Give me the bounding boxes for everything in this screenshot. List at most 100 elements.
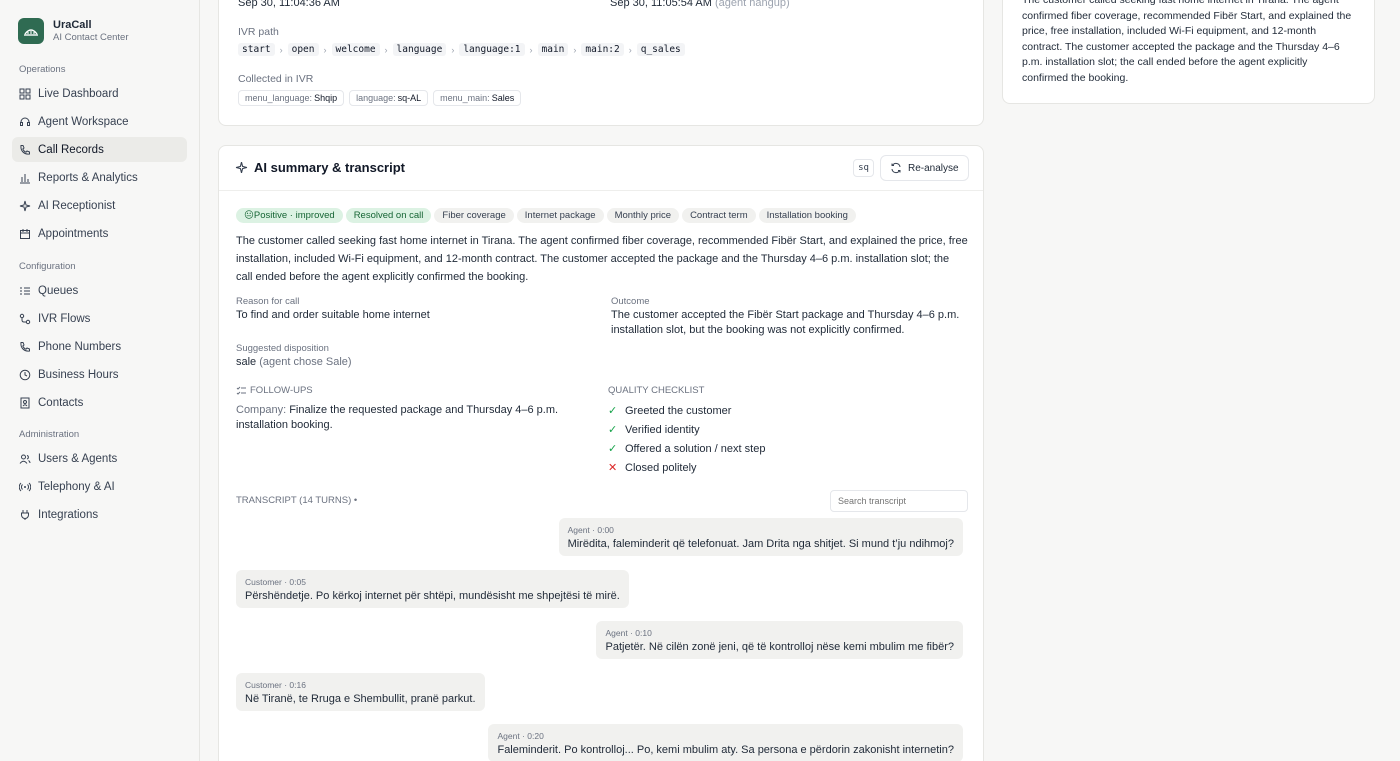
- divider: [219, 190, 983, 191]
- sidebar-item-label: AI Receptionist: [38, 199, 116, 212]
- contact-card-icon: [19, 397, 31, 409]
- sidebar-item-integrations[interactable]: Integrations: [12, 502, 187, 527]
- ivr-node: language:1: [459, 43, 525, 56]
- followups-header: FOLLOW-UPS: [236, 385, 313, 396]
- ivr-node: open: [287, 43, 319, 56]
- turn-speaker: Agent: [497, 731, 520, 741]
- ai-summary-card: AI summary & transcript sq Re-analyse 😐P…: [218, 145, 984, 761]
- sidebar-item-label: IVR Flows: [38, 312, 91, 325]
- ai-card-header: AI summary & transcript: [235, 160, 405, 175]
- reanalyse-button[interactable]: Re-analyse: [880, 155, 969, 181]
- turn-speaker: Customer: [245, 577, 282, 587]
- ivr-node: start: [238, 43, 275, 56]
- checklist-label: Closed politely: [625, 461, 697, 474]
- disposition-note: (agent chose Sale): [259, 356, 352, 368]
- collected-key: language:: [356, 93, 396, 103]
- section-title-operations: Operations: [19, 64, 66, 75]
- sidebar-item-label: Agent Workspace: [38, 115, 129, 128]
- turn-time: 0:20: [527, 731, 544, 741]
- call-details-card: Sep 30, 11:04:36 AM Sep 30, 11:05:54 AM …: [218, 0, 984, 126]
- sidebar-item-telephony-ai[interactable]: Telephony & AI: [12, 474, 187, 499]
- disposition-value: sale (agent chose Sale): [236, 355, 352, 370]
- brand-subtitle: AI Contact Center: [53, 31, 129, 43]
- calendar-icon: [19, 228, 31, 240]
- sidebar-item-queues[interactable]: Queues: [12, 278, 187, 303]
- grid-icon: [19, 88, 31, 100]
- transcript-label: TRANSCRIPT (14 TURNS) •: [236, 495, 358, 506]
- phone-icon: [19, 341, 31, 353]
- turn-meta: Agent · 0:10: [605, 628, 652, 638]
- transcript-turn-agent: Agent · 0:00 Mirëdita, faleminderit që t…: [558, 518, 963, 556]
- transcript-turn-agent: Agent · 0:20 Faleminderit. Po kontrolloj…: [488, 724, 963, 761]
- sidebar-item-agent-workspace[interactable]: Agent Workspace: [12, 109, 187, 134]
- turn-text: Patjetër. Në cilën zonë jeni, që të kont…: [605, 641, 954, 653]
- sidebar-item-live-dashboard[interactable]: Live Dashboard: [12, 81, 187, 106]
- turn-meta: Agent · 0:00: [567, 525, 614, 535]
- chevron-right-icon: ›: [628, 44, 632, 55]
- turn-time: 0:16: [289, 680, 306, 690]
- followup-item: Company: Finalize the requested package …: [236, 403, 576, 433]
- turn-time: 0:00: [597, 525, 614, 535]
- collected-chip: language: sq-AL: [349, 90, 429, 106]
- brand[interactable]: UraCall AI Contact Center: [18, 18, 129, 44]
- outcome-label: Outcome: [611, 296, 650, 307]
- turn-meta: Customer · 0:05: [245, 577, 306, 587]
- section-title-configuration: Configuration: [19, 261, 76, 272]
- call-end-reason: (agent hangup): [715, 0, 790, 9]
- sparkle-icon: [235, 161, 248, 174]
- sidebar-item-users-agents[interactable]: Users & Agents: [12, 446, 187, 471]
- ivr-node: main: [537, 43, 569, 56]
- turn-text: Faleminderit. Po kontrolloj... Po, kemi …: [497, 744, 954, 756]
- x-icon: ✕: [608, 462, 618, 474]
- chevron-right-icon: ›: [529, 44, 533, 55]
- turn-text: Në Tiranë, te Rruga e Shembullit, pranë …: [245, 693, 476, 705]
- turn-time: 0:05: [289, 577, 306, 587]
- collected-value: sq-AL: [397, 93, 422, 103]
- sidebar-item-ai-receptionist[interactable]: AI Receptionist: [12, 193, 187, 218]
- quality-checklist: ✓ Greeted the customer ✓ Verified identity…: [608, 401, 765, 477]
- bar-chart-icon: [19, 172, 31, 184]
- clock-icon: [19, 369, 31, 381]
- checklist-item: ✓ Offered a solution / next step: [608, 439, 765, 458]
- turn-speaker: Agent: [605, 628, 628, 638]
- chevron-right-icon: ›: [384, 44, 388, 55]
- call-end-time: Sep 30, 11:05:54 AM: [610, 0, 712, 9]
- reason-label: Reason for call: [236, 296, 300, 307]
- sidebar-item-ivr-flows[interactable]: IVR Flows: [12, 306, 187, 331]
- plug-icon: [19, 509, 31, 521]
- turn-speaker: Customer: [245, 680, 282, 690]
- checklist-item: ✓ Verified identity: [608, 420, 765, 439]
- sidebar-item-reports-analytics[interactable]: Reports & Analytics: [12, 165, 187, 190]
- checklist-icon: [236, 386, 246, 396]
- collected-key: menu_language:: [245, 93, 313, 103]
- check-icon: ✓: [608, 405, 618, 417]
- ai-card-title: AI summary & transcript: [254, 160, 405, 175]
- check-icon: ✓: [608, 424, 618, 436]
- transcript-turn-agent: Agent · 0:10 Patjetër. Në cilën zonë jen…: [596, 621, 963, 659]
- checklist-label: Verified identity: [625, 423, 700, 436]
- transcript-search-input[interactable]: [830, 490, 968, 512]
- collected-chip: menu_language: Shqip: [238, 90, 345, 106]
- sidebar-item-contacts[interactable]: Contacts: [12, 390, 187, 415]
- transcript-turn-customer: Customer · 0:16 Në Tiranë, te Rruga e Sh…: [236, 673, 485, 711]
- chevron-right-icon: ›: [451, 44, 455, 55]
- sidebar-item-label: Contacts: [38, 396, 84, 409]
- chevron-right-icon: ›: [573, 44, 577, 55]
- topic-tag: Internet package: [516, 208, 604, 223]
- sidebar: UraCall AI Contact Center Operations Liv…: [0, 0, 200, 761]
- ai-summary-text: The customer called seeking fast home in…: [236, 235, 968, 283]
- sidebar-item-business-hours[interactable]: Business Hours: [12, 362, 187, 387]
- turn-text: Përshëndetje. Po kërkoj internet për sht…: [245, 590, 620, 602]
- disposition-label: Suggested disposition: [236, 343, 329, 354]
- section-title-administration: Administration: [19, 429, 80, 440]
- sidebar-item-call-records[interactable]: Call Records: [12, 137, 187, 162]
- topic-tag: Monthly price: [606, 208, 680, 223]
- ivr-path-label: IVR path: [238, 26, 279, 38]
- sidebar-item-appointments[interactable]: Appointments: [12, 221, 187, 246]
- chevron-right-icon: ›: [279, 44, 283, 55]
- list-icon: [19, 285, 31, 297]
- ivr-node: welcome: [331, 43, 380, 56]
- sidebar-item-phone-numbers[interactable]: Phone Numbers: [12, 334, 187, 359]
- collected-value: Sales: [491, 93, 515, 103]
- collected-values: menu_language: Shqip language: sq-AL menu_…: [238, 90, 522, 106]
